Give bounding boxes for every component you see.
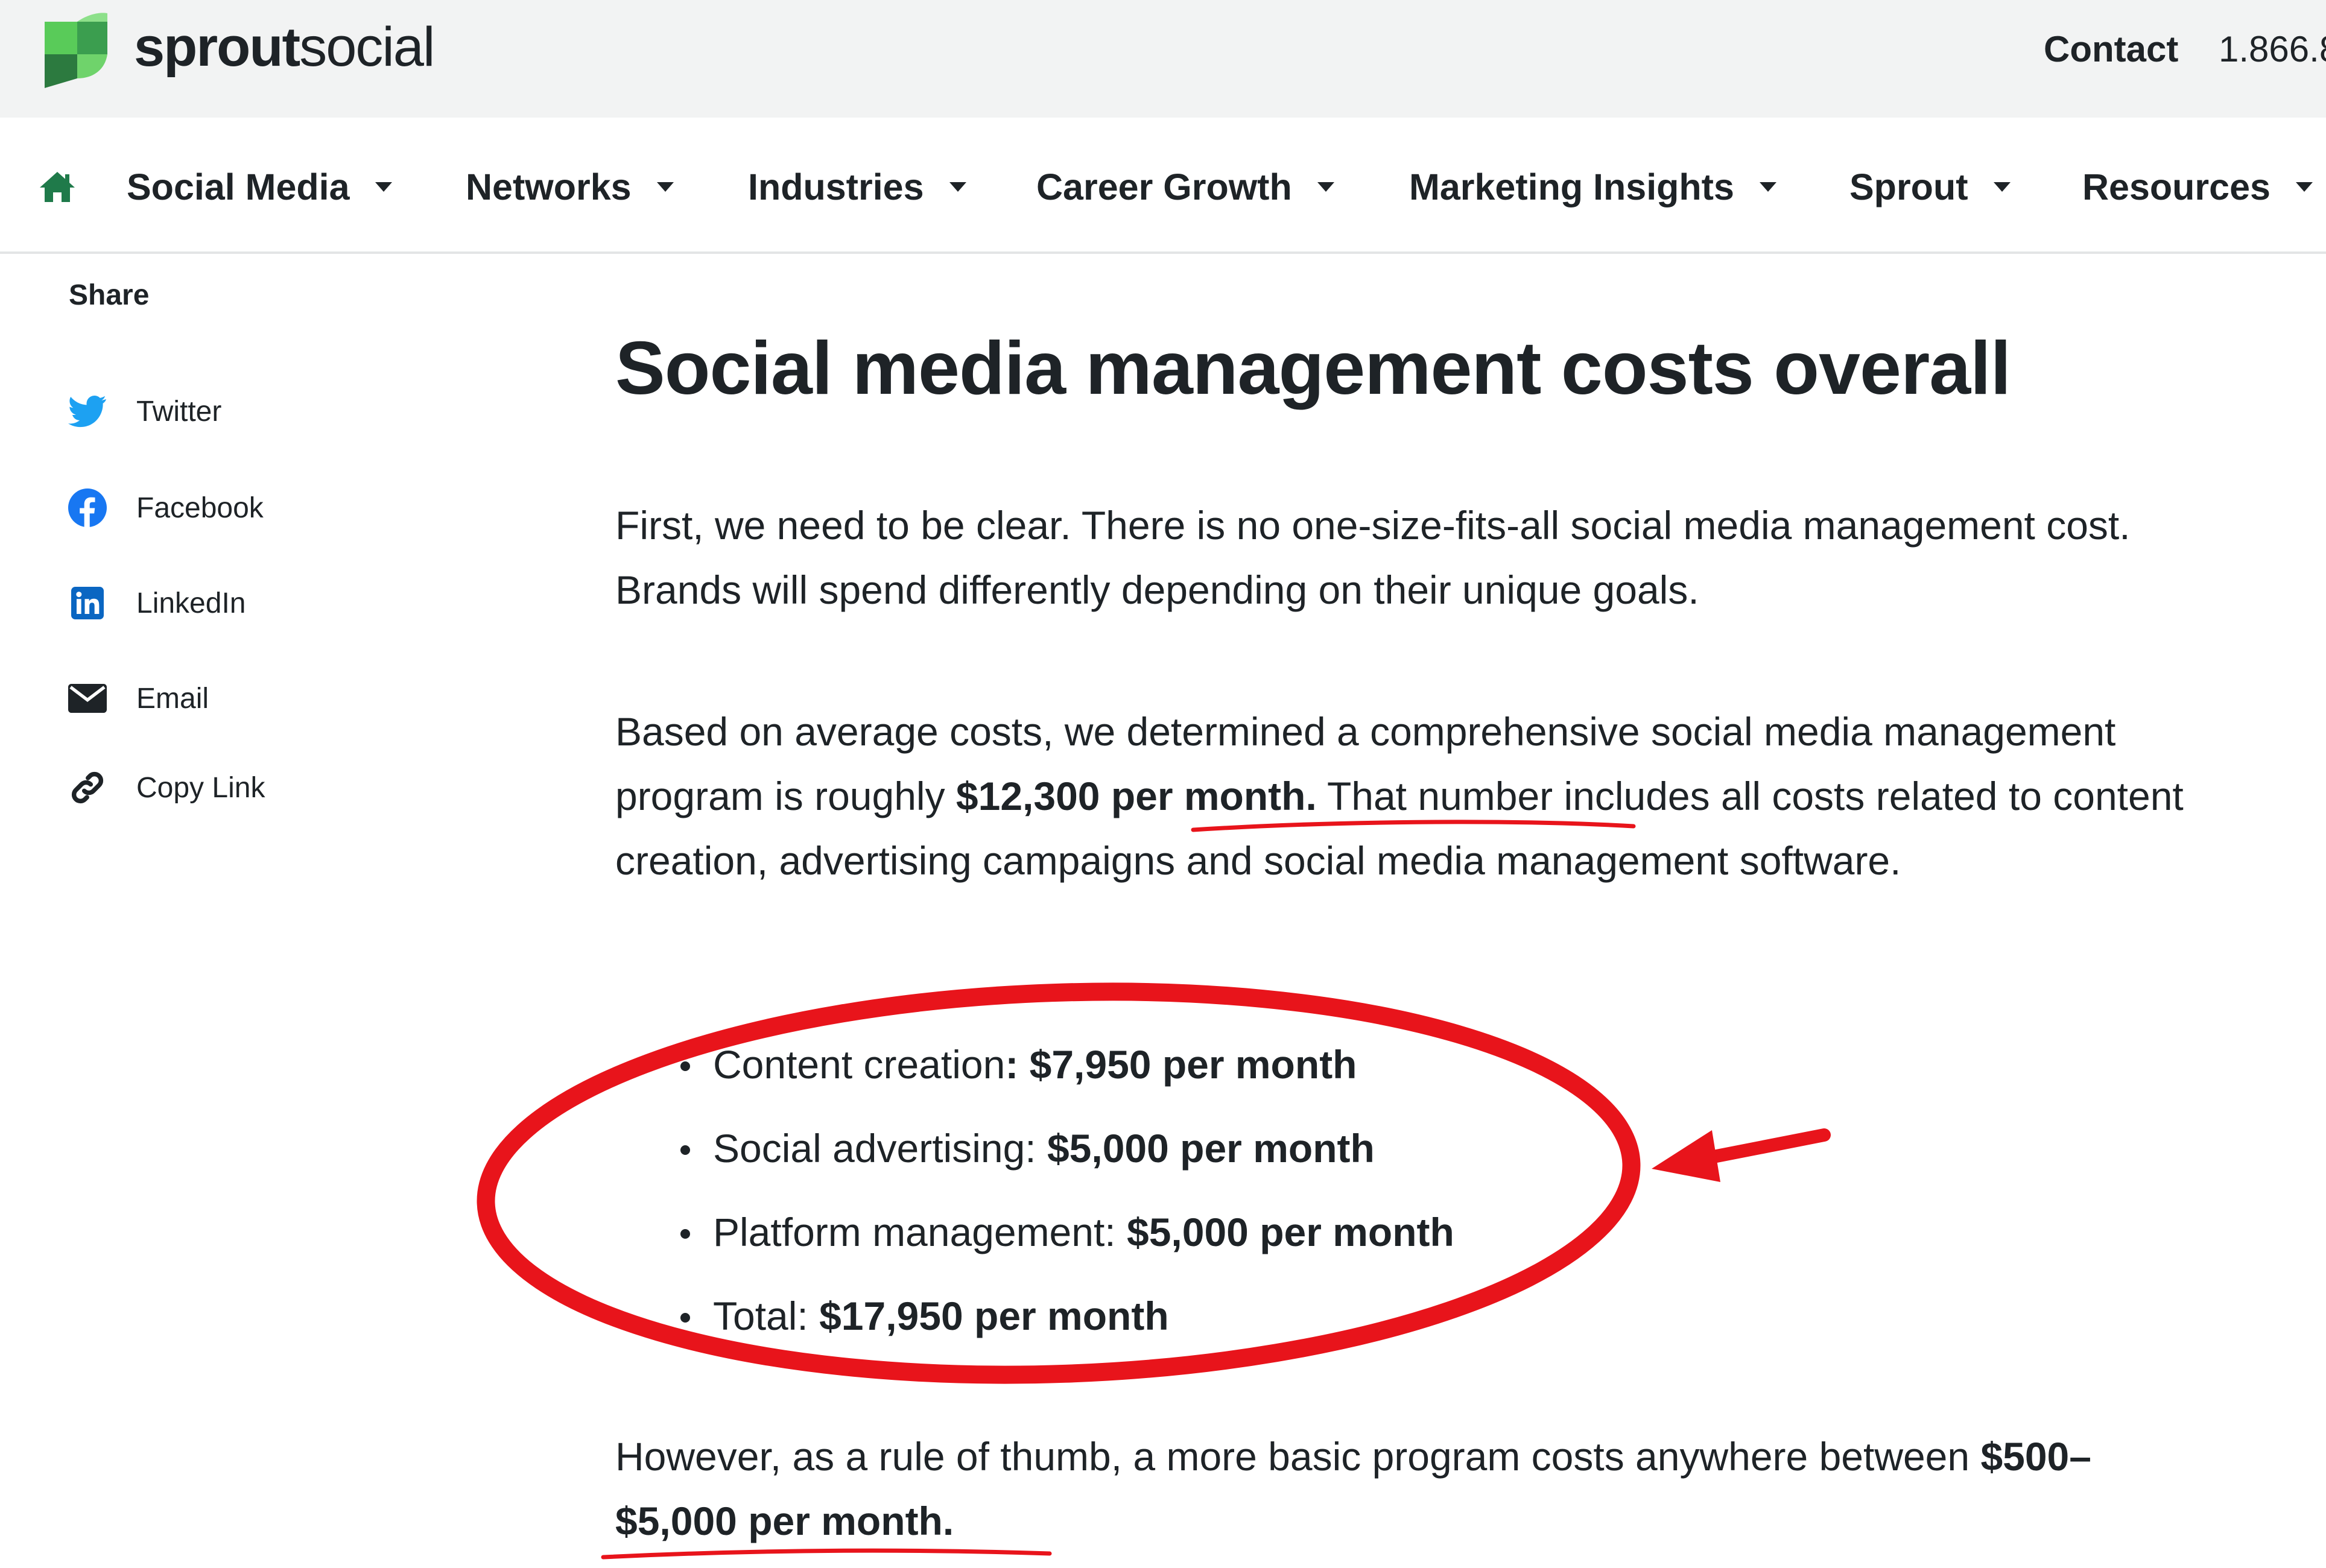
list-item: Social advertising: $5,000 per month — [676, 1115, 1454, 1199]
share-facebook[interactable]: Facebook — [66, 484, 264, 532]
link-icon — [66, 767, 109, 809]
caret-down-icon — [2295, 182, 2313, 192]
cost-list: Content creation: $7,950 per month Socia… — [676, 1031, 1454, 1367]
caret-down-icon — [1317, 182, 1334, 192]
email-icon — [66, 677, 109, 719]
list-item: Total: $17,950 per month — [676, 1283, 1454, 1367]
share-linkedin[interactable]: LinkedIn — [66, 579, 246, 627]
caret-down-icon — [375, 182, 392, 192]
list-item-value: $17,950 per month — [819, 1294, 1169, 1338]
para3-text: However, as a rule of thumb, a more basi… — [615, 1434, 1981, 1479]
para2-highlight: $12,300 per month. — [955, 774, 1317, 818]
nav-label: Networks — [466, 166, 632, 207]
phone-number[interactable]: 1.866.8 — [2219, 25, 2326, 74]
nav-label: Sprout — [1849, 166, 1968, 207]
caret-down-icon — [1993, 182, 2011, 192]
share-email[interactable]: Email — [66, 674, 209, 722]
share-copy-link[interactable]: Copy Link — [66, 763, 265, 812]
arrow-annotation — [1652, 1128, 1831, 1182]
list-item-label: Content creation — [713, 1042, 1006, 1087]
caret-down-icon — [1759, 182, 1776, 192]
list-item-value: $5,000 per month — [1047, 1126, 1375, 1171]
nav-label: Resources — [2082, 166, 2271, 207]
caret-down-icon — [949, 182, 966, 192]
nav-label: Industries — [748, 166, 924, 207]
nav-label: Career Growth — [1036, 166, 1292, 207]
list-item-label: Social advertising: — [713, 1126, 1047, 1171]
paragraph-average-cost: Based on average costs, we determined a … — [615, 700, 2184, 893]
share-twitter[interactable]: Twitter — [66, 387, 221, 435]
list-item: Content creation: $7,950 per month — [676, 1031, 1454, 1115]
home-icon[interactable] — [37, 169, 77, 203]
list-item-label: Platform management: — [713, 1210, 1127, 1254]
nav-sprout[interactable]: Sprout — [1849, 160, 2011, 214]
share-label: LinkedIn — [136, 587, 246, 619]
twitter-icon — [66, 390, 109, 432]
list-item-value: : $7,950 per month — [1005, 1042, 1357, 1087]
nav-networks[interactable]: Networks — [466, 160, 674, 214]
share-label: Copy Link — [136, 771, 265, 804]
nav-social-media[interactable]: Social Media — [127, 160, 392, 214]
caret-down-icon — [656, 182, 674, 192]
logo-regular: social — [299, 16, 435, 78]
top-bar: sproutsocial Contact 1.866.8 — [0, 0, 2326, 118]
facebook-icon — [66, 487, 109, 529]
main-nav: Social Media Networks Industries Career … — [0, 118, 2326, 254]
list-item-value: $5,000 per month — [1126, 1210, 1454, 1254]
nav-resources[interactable]: Resources — [2082, 160, 2313, 214]
paragraph-intro: First, we need to be clear. There is no … — [615, 503, 2131, 612]
linkedin-icon — [66, 582, 109, 624]
contact-link[interactable]: Contact — [2044, 25, 2178, 74]
sprout-leaf-icon[interactable] — [42, 11, 110, 89]
nav-marketing-insights[interactable]: Marketing Insights — [1409, 160, 1776, 214]
nav-industries[interactable]: Industries — [748, 160, 966, 214]
share-label: Facebook — [136, 492, 264, 524]
nav-label: Social Media — [127, 166, 350, 207]
list-item: Platform management: $5,000 per month — [676, 1199, 1454, 1283]
nav-career-growth[interactable]: Career Growth — [1036, 160, 1334, 214]
nav-label: Marketing Insights — [1409, 166, 1734, 207]
logo-bold: sprout — [134, 16, 300, 78]
logo-wordmark[interactable]: sproutsocial — [134, 16, 435, 78]
share-title: Share — [69, 279, 150, 311]
article-heading: Social media management costs overall — [615, 327, 2011, 410]
paragraph-rule-of-thumb: However, as a rule of thumb, a more basi… — [615, 1424, 2184, 1554]
list-item-label: Total: — [713, 1294, 820, 1338]
share-label: Email — [136, 682, 209, 715]
share-label: Twitter — [136, 395, 222, 428]
